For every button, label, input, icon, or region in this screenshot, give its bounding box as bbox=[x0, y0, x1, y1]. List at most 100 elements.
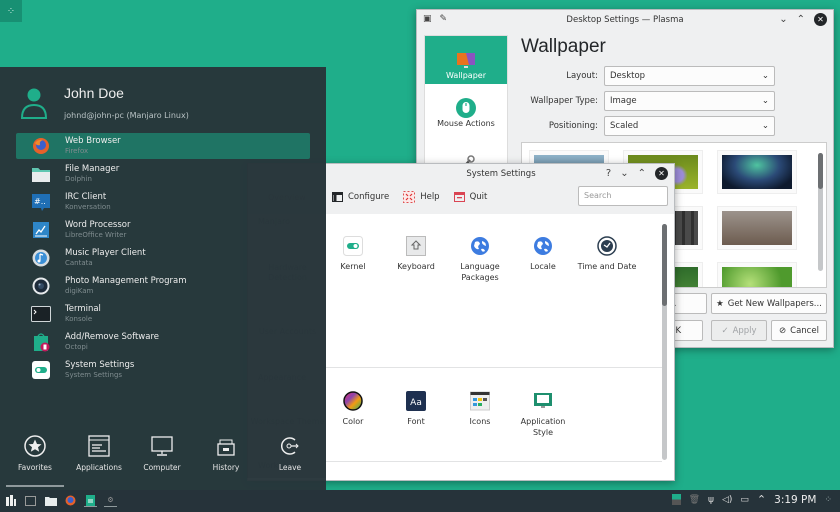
help-toolbar-button[interactable]: Help bbox=[403, 191, 440, 203]
network-icon[interactable]: ▭ bbox=[740, 495, 749, 505]
firefox-icon bbox=[65, 495, 76, 506]
search-placeholder: Search bbox=[584, 191, 612, 200]
pin-icon[interactable]: ✎ bbox=[440, 14, 448, 24]
item-subtitle: Cantata bbox=[65, 258, 93, 267]
usb-icon[interactable]: ψ bbox=[708, 495, 714, 505]
configure-button[interactable]: Configure bbox=[332, 192, 389, 202]
desktop-pager-button[interactable] bbox=[24, 494, 37, 507]
clock[interactable]: 3:19 PM bbox=[774, 494, 816, 506]
sidebar-item-mouse-actions[interactable]: Mouse Actions bbox=[425, 84, 507, 132]
folder-icon bbox=[44, 496, 57, 506]
item-subtitle: digiKam bbox=[65, 286, 94, 295]
irc-icon: #.. bbox=[31, 194, 50, 211]
maximize-button[interactable]: ⌃ bbox=[797, 14, 805, 25]
layout-select[interactable]: Desktop ⌄ bbox=[604, 66, 775, 86]
item-subtitle: LibreOffice Writer bbox=[65, 230, 127, 239]
search-input[interactable]: Search bbox=[578, 186, 668, 206]
get-new-wallpapers-button[interactable]: ★ Get New Wallpapers... bbox=[711, 293, 827, 314]
launcher-item-photo-management[interactable]: Photo Management Program digiKam bbox=[16, 273, 310, 299]
sidebar-item-wallpaper[interactable]: Wallpaper bbox=[425, 36, 507, 84]
scrollbar-handle[interactable] bbox=[662, 224, 667, 306]
category-label: Application Style bbox=[520, 417, 566, 437]
window-menu-icon[interactable]: ▣ bbox=[423, 14, 432, 24]
task-manager: ⚙ bbox=[4, 494, 117, 507]
terminal-icon bbox=[30, 306, 51, 322]
item-subtitle: System Settings bbox=[65, 370, 123, 379]
tab-history[interactable]: History bbox=[196, 435, 256, 472]
app-menu-button[interactable] bbox=[4, 494, 17, 507]
help-button[interactable]: ? bbox=[606, 168, 611, 179]
launcher-item-word-processor[interactable]: Word Processor LibreOffice Writer bbox=[16, 217, 310, 243]
expand-tray-icon[interactable]: ⌃ bbox=[757, 493, 766, 506]
history-icon bbox=[217, 439, 235, 456]
cancel-button[interactable]: ⊘ Cancel bbox=[771, 320, 827, 341]
item-title: System Settings bbox=[65, 360, 135, 371]
package-icon bbox=[33, 333, 49, 352]
launcher-item-terminal[interactable]: Terminal Konsole bbox=[16, 301, 310, 327]
category-kernel[interactable]: Kernel bbox=[321, 236, 385, 273]
category-language-packages[interactable]: Language Packages bbox=[448, 236, 512, 284]
quit-button[interactable]: Quit bbox=[453, 192, 487, 202]
category-time-and-date[interactable]: Time and Date bbox=[575, 236, 639, 273]
document-task[interactable] bbox=[84, 494, 97, 507]
launcher-item-file-manager[interactable]: File Manager Dolphin bbox=[16, 161, 310, 187]
sidebar-label: Wallpaper bbox=[445, 71, 486, 80]
tab-favorites[interactable]: Favorites bbox=[5, 435, 65, 472]
wallpaper-type-select[interactable]: Image ⌄ bbox=[604, 91, 775, 111]
launcher-item-music-player[interactable]: Music Player Client Cantata bbox=[16, 245, 310, 271]
category-label: Keyboard bbox=[397, 262, 435, 271]
category-color[interactable]: Color bbox=[321, 391, 385, 428]
tab-label: Computer bbox=[143, 463, 181, 472]
content-scrollbar[interactable] bbox=[662, 224, 667, 460]
clipboard-icon[interactable] bbox=[671, 494, 681, 505]
launcher-item-add-remove-software[interactable]: Add/Remove Software Octopi bbox=[16, 329, 310, 355]
chevron-down-icon: ⌄ bbox=[761, 96, 769, 106]
item-subtitle: Octopi bbox=[65, 342, 88, 351]
minimize-button[interactable]: ⌄ bbox=[620, 168, 628, 179]
tab-computer[interactable]: Computer bbox=[132, 435, 192, 472]
item-title: Add/Remove Software bbox=[65, 332, 159, 343]
desktop-toolbox-icon: ⁘ bbox=[6, 5, 16, 17]
wallpaper-thumbnail[interactable] bbox=[718, 263, 796, 287]
apply-button[interactable]: ✓ Apply bbox=[711, 320, 767, 341]
wallpaper-thumbnail[interactable] bbox=[718, 207, 796, 249]
launcher-item-web-browser[interactable]: Web Browser Firefox bbox=[16, 133, 310, 159]
window-title: Desktop Settings — Plasma bbox=[566, 15, 684, 25]
globe-icon bbox=[470, 236, 490, 256]
category-application-style[interactable]: Application Style bbox=[511, 391, 575, 439]
category-font[interactable]: Aa Font bbox=[384, 391, 448, 428]
category-locale[interactable]: Locale bbox=[511, 236, 575, 273]
item-subtitle: Konsole bbox=[65, 314, 93, 323]
firefox-task[interactable] bbox=[64, 494, 77, 507]
launcher-item-irc-client[interactable]: #.. IRC Client Konversation bbox=[16, 189, 310, 215]
close-button[interactable]: ✕ bbox=[814, 13, 827, 26]
minimize-button[interactable]: ⌄ bbox=[779, 14, 787, 25]
positioning-select[interactable]: Scaled ⌄ bbox=[604, 116, 775, 136]
user-host: johnd@john-pc (Manjaro Linux) bbox=[64, 111, 189, 120]
desktop-toolbox-button[interactable]: ⁘ bbox=[0, 0, 22, 22]
volume-icon[interactable]: ◁) bbox=[722, 495, 732, 505]
tab-label: Favorites bbox=[18, 463, 52, 472]
star-icon bbox=[24, 435, 46, 457]
close-button[interactable]: ✕ bbox=[655, 167, 668, 180]
maximize-button[interactable]: ⌃ bbox=[638, 168, 646, 179]
category-label: Font bbox=[407, 417, 425, 426]
tab-applications[interactable]: Applications bbox=[69, 435, 129, 472]
positioning-row: Positioning: Scaled ⌄ bbox=[521, 116, 775, 136]
wallpaper-scrollbar[interactable] bbox=[818, 153, 823, 271]
toggle-icon bbox=[343, 236, 363, 256]
tab-leave[interactable]: Leave bbox=[260, 435, 320, 472]
category-keyboard[interactable]: Keyboard bbox=[384, 236, 448, 273]
tab-label: History bbox=[212, 463, 240, 472]
color-wheel-icon bbox=[343, 391, 363, 411]
scrollbar-handle[interactable] bbox=[818, 153, 823, 189]
item-title: Web Browser bbox=[65, 136, 121, 147]
settings-task[interactable]: ⚙ bbox=[104, 494, 117, 507]
wallpaper-thumbnail[interactable] bbox=[718, 151, 796, 193]
settings-toggle-icon bbox=[31, 361, 50, 379]
category-icons[interactable]: Icons bbox=[448, 391, 512, 428]
trash-icon[interactable]: 🗑 bbox=[689, 495, 700, 505]
file-manager-task[interactable] bbox=[44, 494, 57, 507]
launcher-item-system-settings[interactable]: System Settings System Settings bbox=[16, 357, 310, 383]
panel-toolbox-icon[interactable]: ⁘ bbox=[824, 495, 832, 505]
